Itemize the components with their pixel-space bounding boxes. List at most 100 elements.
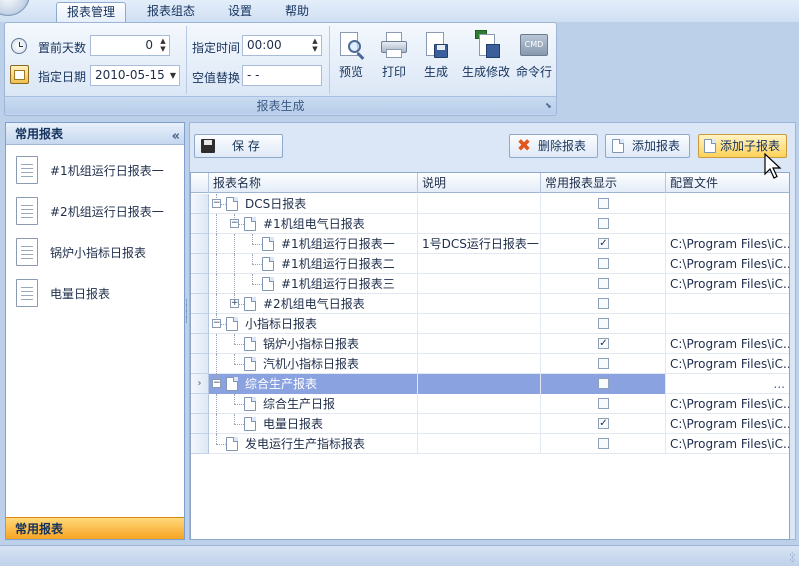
- row-indicator[interactable]: [191, 294, 209, 314]
- table-row[interactable]: #1机组运行日报表一 1号DCS运行日报表一 ✓ C:\Program Files\i…: [191, 234, 789, 254]
- collapse-icon[interactable]: «: [172, 126, 180, 148]
- cell-config-file[interactable]: ...: [666, 374, 789, 394]
- cell-report-name[interactable]: − 综合生产报表: [209, 374, 418, 394]
- favorite-checkbox[interactable]: [598, 438, 609, 449]
- cell-report-name[interactable]: 电量日报表: [209, 414, 418, 434]
- cell-config-file[interactable]: C:\Program Files\iC...: [666, 254, 789, 274]
- cell-description[interactable]: [418, 294, 541, 314]
- cell-description[interactable]: [418, 314, 541, 334]
- favorite-checkbox[interactable]: ✓: [598, 418, 609, 429]
- table-row[interactable]: − #1机组电气日报表: [191, 214, 789, 234]
- table-row[interactable]: #1机组运行日报表三 C:\Program Files\iC...: [191, 274, 789, 294]
- favorite-checkbox[interactable]: [598, 278, 609, 289]
- favorite-checkbox[interactable]: [598, 398, 609, 409]
- column-header-description[interactable]: 说明: [418, 173, 541, 193]
- tab-report-config[interactable]: 报表组态: [138, 2, 204, 22]
- cell-report-name[interactable]: − #1机组电气日报表: [209, 214, 418, 234]
- null-replace-input[interactable]: - -: [242, 65, 322, 86]
- table-row[interactable]: − DCS日报表: [191, 194, 789, 214]
- generate-edit-button[interactable]: 生成修改: [461, 30, 511, 92]
- cell-description[interactable]: [418, 334, 541, 354]
- favorite-checkbox[interactable]: [598, 318, 609, 329]
- cell-config-file[interactable]: C:\Program Files\iC...: [666, 414, 789, 434]
- cell-description[interactable]: [418, 374, 541, 394]
- collapse-node-icon[interactable]: −: [212, 199, 221, 208]
- favorite-checkbox[interactable]: [598, 358, 609, 369]
- row-indicator[interactable]: [191, 214, 209, 234]
- dialog-launcher-icon[interactable]: ⬊: [545, 101, 552, 110]
- collapse-node-icon[interactable]: −: [212, 319, 221, 328]
- cell-report-name[interactable]: − 小指标日报表: [209, 314, 418, 334]
- sidebar-item[interactable]: #1机组运行日报表一: [14, 153, 179, 187]
- cell-config-file[interactable]: C:\Program Files\iC...: [666, 394, 789, 414]
- cell-report-name[interactable]: 锅炉小指标日报表: [209, 334, 418, 354]
- cell-config-file[interactable]: [666, 314, 789, 334]
- dropdown-arrow-icon[interactable]: ▼: [170, 66, 176, 85]
- favorite-checkbox[interactable]: [598, 298, 609, 309]
- cell-report-name[interactable]: 发电运行生产指标报表: [209, 434, 418, 454]
- cell-report-name[interactable]: + #2机组电气日报表: [209, 294, 418, 314]
- add-report-button[interactable]: 添加报表: [605, 134, 690, 158]
- resize-grip-icon[interactable]: ⁘ ⁘: [788, 552, 796, 566]
- cell-description[interactable]: [418, 274, 541, 294]
- days-before-input[interactable]: 0 ▲ ▼: [90, 35, 170, 56]
- cell-config-file[interactable]: C:\Program Files\iC...: [666, 354, 789, 374]
- favorite-checkbox[interactable]: [598, 198, 609, 209]
- row-indicator[interactable]: [191, 274, 209, 294]
- generate-button[interactable]: 生成: [411, 30, 461, 92]
- tab-help[interactable]: 帮助: [274, 2, 320, 22]
- favorite-checkbox[interactable]: [598, 378, 609, 389]
- cell-description[interactable]: [418, 434, 541, 454]
- row-indicator[interactable]: [191, 434, 209, 454]
- favorite-checkbox[interactable]: ✓: [598, 338, 609, 349]
- row-indicator[interactable]: ›: [191, 374, 209, 394]
- cell-report-name[interactable]: 综合生产日报: [209, 394, 418, 414]
- favorite-checkbox[interactable]: ✓: [598, 238, 609, 249]
- table-row[interactable]: 汽机小指标日报表 C:\Program Files\iC...: [191, 354, 789, 374]
- row-indicator[interactable]: [191, 394, 209, 414]
- favorite-checkbox[interactable]: [598, 258, 609, 269]
- cell-config-file[interactable]: C:\Program Files\iC...: [666, 334, 789, 354]
- cell-description[interactable]: [418, 254, 541, 274]
- cell-description[interactable]: 1号DCS运行日报表一: [418, 234, 541, 254]
- row-indicator[interactable]: [191, 354, 209, 374]
- cell-config-file[interactable]: C:\Program Files\iC...: [666, 274, 789, 294]
- cell-description[interactable]: [418, 214, 541, 234]
- row-indicator[interactable]: [191, 414, 209, 434]
- cell-description[interactable]: [418, 354, 541, 374]
- table-row[interactable]: − 小指标日报表: [191, 314, 789, 334]
- column-header-favorite[interactable]: 常用报表显示: [541, 173, 666, 193]
- sidebar-footer-tab[interactable]: 常用报表: [6, 517, 184, 539]
- column-header-name[interactable]: 报表名称: [209, 173, 418, 193]
- spinner-icon[interactable]: ▲ ▼: [158, 37, 168, 54]
- save-button[interactable]: 保 存: [194, 134, 283, 158]
- row-indicator[interactable]: [191, 314, 209, 334]
- table-row[interactable]: 发电运行生产指标报表 C:\Program Files\iC...: [191, 434, 789, 454]
- cell-description[interactable]: [418, 194, 541, 214]
- cell-description[interactable]: [418, 394, 541, 414]
- cell-config-file[interactable]: [666, 294, 789, 314]
- cell-config-file[interactable]: [666, 194, 789, 214]
- cell-report-name[interactable]: 汽机小指标日报表: [209, 354, 418, 374]
- table-row[interactable]: 锅炉小指标日报表 ✓ C:\Program Files\iC...: [191, 334, 789, 354]
- cell-config-file[interactable]: C:\Program Files\iC...: [666, 234, 789, 254]
- date-picker[interactable]: 2010-05-15 ▼: [90, 65, 180, 86]
- command-line-button[interactable]: CMD 命令行: [509, 30, 559, 92]
- cell-config-file[interactable]: [666, 214, 789, 234]
- cell-report-name[interactable]: #1机组运行日报表三: [209, 274, 418, 294]
- cell-report-name[interactable]: − DCS日报表: [209, 194, 418, 214]
- tab-settings[interactable]: 设置: [218, 2, 262, 22]
- cell-config-file[interactable]: C:\Program Files\iC...: [666, 434, 789, 454]
- expand-icon[interactable]: +: [230, 299, 239, 308]
- row-indicator[interactable]: [191, 234, 209, 254]
- collapse-node-icon[interactable]: −: [230, 219, 239, 228]
- table-row[interactable]: › − 综合生产报表...: [191, 374, 789, 394]
- cell-report-name[interactable]: #1机组运行日报表一: [209, 234, 418, 254]
- table-row[interactable]: + #2机组电气日报表: [191, 294, 789, 314]
- row-indicator[interactable]: [191, 194, 209, 214]
- sidebar-item[interactable]: 锅炉小指标日报表: [14, 235, 179, 269]
- sidebar-item[interactable]: 电量日报表: [14, 276, 179, 310]
- time-input[interactable]: 00:00 ▲ ▼: [242, 35, 322, 56]
- table-row[interactable]: 综合生产日报 C:\Program Files\iC...: [191, 394, 789, 414]
- table-row[interactable]: 电量日报表 ✓ C:\Program Files\iC...: [191, 414, 789, 434]
